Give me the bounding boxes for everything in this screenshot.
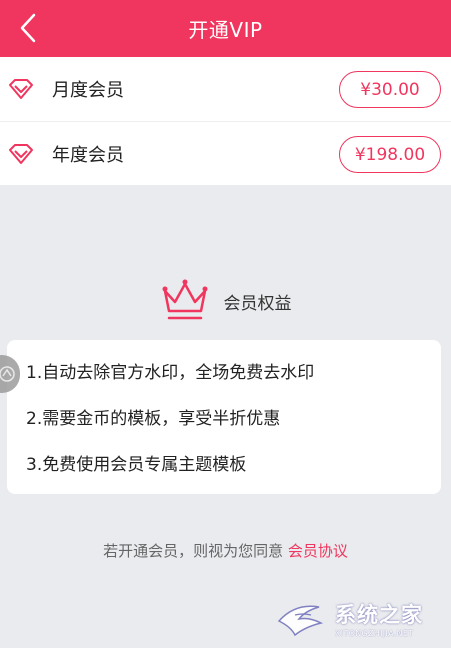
page-title: 开通VIP bbox=[188, 18, 263, 42]
agreement-text: 若开通会员，则视为您同意 会员协议 bbox=[0, 540, 451, 561]
diamond-icon bbox=[6, 75, 36, 103]
plan-name: 年度会员 bbox=[52, 144, 124, 166]
chevron-left-icon bbox=[20, 13, 36, 43]
yearly-price-button[interactable]: ¥198.00 bbox=[339, 136, 441, 173]
plan-row-monthly[interactable]: 月度会员 ¥30.00 bbox=[0, 57, 451, 121]
monthly-price-button[interactable]: ¥30.00 bbox=[339, 71, 441, 108]
crown-icon bbox=[162, 279, 207, 320]
benefit-item: 3.免费使用会员专属主题模板 bbox=[26, 455, 247, 475]
plan-name: 月度会员 bbox=[52, 80, 124, 101]
benefit-item: 1.自动去除官方水印，全场免费去水印 bbox=[26, 363, 315, 383]
benefits-card: 1.自动去除官方水印，全场免费去水印 2.需要金币的模板，享受半折优惠 3.免费… bbox=[7, 340, 441, 494]
plan-list: 月度会员 ¥30.00 年度会员 ¥198.00 bbox=[0, 57, 451, 185]
benefit-item: 2.需要金币的模板，享受半折优惠 bbox=[26, 409, 281, 429]
watermark-logo-icon bbox=[277, 605, 324, 637]
back-button[interactable] bbox=[8, 8, 48, 48]
header-bar: 开通VIP bbox=[0, 0, 451, 57]
site-watermark: 系统之家 XITONGZHIJIA.NET bbox=[275, 594, 443, 642]
benefits-header: 会员权益 bbox=[0, 278, 451, 324]
agreement-label: 若开通会员，则视为您同意 bbox=[103, 542, 288, 560]
diamond-icon bbox=[6, 140, 36, 168]
watermark-url: XITONGZHIJIA.NET bbox=[335, 628, 414, 638]
watermark-text: 系统之家 bbox=[335, 602, 423, 627]
member-agreement-link[interactable]: 会员协议 bbox=[288, 542, 348, 560]
vip-page: 开通VIP 月度会员 ¥30.00 年度会员 ¥198.00 会员权益 1.自动… bbox=[0, 0, 451, 648]
plan-row-yearly[interactable]: 年度会员 ¥198.00 bbox=[0, 121, 451, 185]
benefits-title: 会员权益 bbox=[223, 293, 292, 314]
assistant-icon bbox=[0, 366, 15, 382]
